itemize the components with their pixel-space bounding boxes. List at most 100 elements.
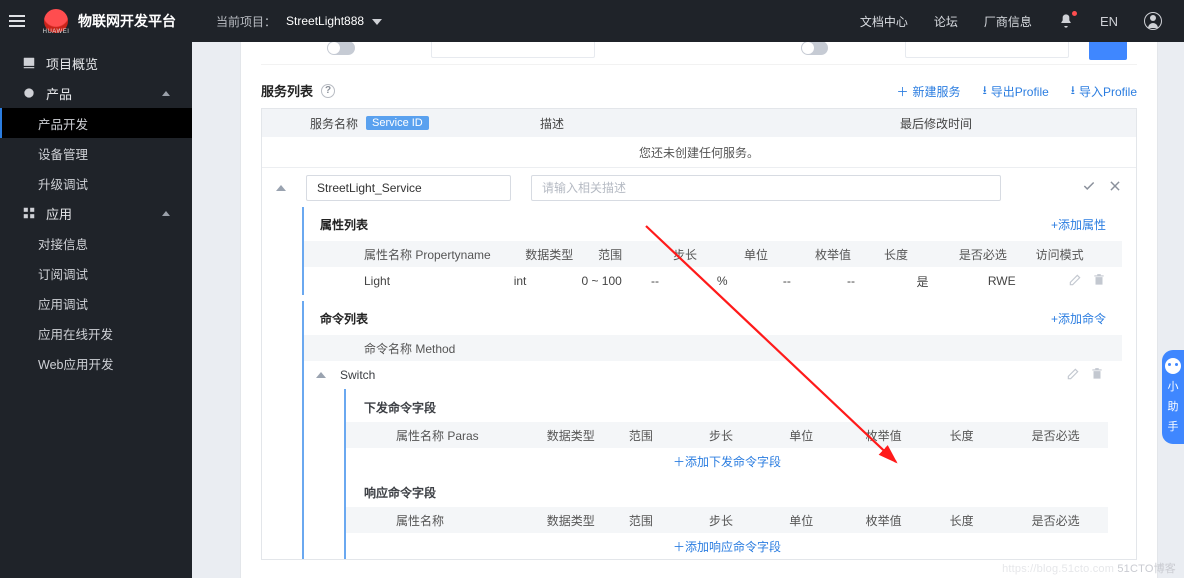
send-fields-header: 属性名称 Paras 数据类型 范围 步长 单位 枚举值 长度 是否必选: [346, 422, 1108, 448]
service-name-input[interactable]: [306, 175, 511, 201]
col-dtype: 数据类型: [525, 246, 598, 263]
service-id-tag: Service ID: [366, 116, 429, 130]
app-icon: [22, 206, 36, 220]
col-enum: 枚举值: [866, 427, 950, 444]
link-label: 导出Profile: [991, 83, 1049, 100]
col-enum: 枚举值: [815, 246, 884, 263]
user-avatar-icon[interactable]: [1144, 12, 1162, 30]
col-dtype: 数据类型: [547, 427, 629, 444]
col-step: 步长: [709, 427, 789, 444]
help-icon[interactable]: ?: [321, 84, 335, 98]
sidebar-item-upgrade-debug[interactable]: 升级调试: [0, 168, 192, 198]
overview-icon: [22, 56, 36, 70]
bell-icon[interactable]: [1058, 13, 1074, 29]
disabled-input: [905, 42, 1069, 58]
nav-forum[interactable]: 论坛: [934, 13, 958, 30]
cell-name: Light: [364, 274, 514, 288]
sidebar-item-online-dev[interactable]: 应用在线开发: [0, 318, 192, 348]
disabled-input: [431, 42, 595, 58]
col-range: 范围: [629, 427, 709, 444]
language-switch[interactable]: EN: [1100, 14, 1118, 29]
col-range: 范围: [598, 246, 673, 263]
edit-icon[interactable]: [1066, 367, 1080, 384]
nav-docs[interactable]: 文档中心: [860, 13, 908, 30]
assistant-widget[interactable]: 小 助 手: [1162, 350, 1184, 444]
command-block: 命令列表+添加命令 命令名称 Method Switch 下发命令字段 属性名称…: [302, 301, 1122, 559]
cancel-icon[interactable]: [1108, 179, 1122, 196]
project-chevron-down-icon[interactable]: [372, 16, 382, 26]
huawei-logo: HUAWEI: [34, 9, 78, 33]
watermark: https://blog.51cto.com 51CTO博客: [1002, 560, 1176, 576]
service-edit-row: [262, 167, 1136, 207]
collapse-icon[interactable]: [276, 183, 286, 193]
resp-fields-title: 响应命令字段: [346, 474, 1108, 507]
property-title: 属性列表: [320, 216, 368, 233]
add-send-field-link[interactable]: ＋添加下发命令字段: [346, 448, 1108, 474]
primary-button[interactable]: [1089, 42, 1127, 60]
menu-toggle-icon[interactable]: [0, 15, 34, 27]
cmd-name-value: Switch: [340, 368, 375, 382]
service-empty-hint: 您还未创建任何服务。: [262, 137, 1136, 167]
sidebar-item-product[interactable]: 产品: [0, 78, 192, 108]
partial-controls: [261, 42, 1137, 65]
add-resp-field-link[interactable]: ＋添加响应命令字段: [346, 533, 1108, 559]
delete-icon[interactable]: [1092, 273, 1106, 290]
link-label: 添加响应命令字段: [685, 538, 781, 555]
col-range: 范围: [629, 512, 709, 529]
confirm-icon[interactable]: [1082, 179, 1096, 196]
col-cmd-name: 命令名称 Method: [364, 340, 455, 357]
add-command-link[interactable]: +添加命令: [1051, 310, 1106, 327]
add-property-link[interactable]: +添加属性: [1051, 216, 1106, 233]
col-step: 步长: [709, 512, 789, 529]
sidebar-label: 应用: [46, 204, 72, 223]
sidebar-item-overview[interactable]: 项目概览: [0, 48, 192, 78]
col-len: 长度: [950, 427, 1032, 444]
col-dtype: 数据类型: [547, 512, 629, 529]
col-prop-name: 属性名称 Propertyname: [364, 246, 525, 263]
new-service-link[interactable]: ＋新建服务: [897, 81, 961, 102]
sidebar-label: Web应用开发: [38, 354, 113, 373]
import-profile-link[interactable]: ⭳导入Profile: [1071, 81, 1137, 102]
link-label: 导入Profile: [1079, 83, 1137, 100]
sidebar-item-app[interactable]: 应用: [0, 198, 192, 228]
chevron-up-icon: [162, 211, 170, 216]
sidebar-item-app-debug[interactable]: 应用调试: [0, 288, 192, 318]
toggle-switch[interactable]: [801, 42, 828, 55]
project-name[interactable]: StreetLight888: [286, 14, 364, 28]
send-fields-title: 下发命令字段: [346, 389, 1108, 422]
col-access: 访问模式: [1036, 246, 1122, 263]
sidebar-label: 应用调试: [38, 294, 88, 313]
cell-step: --: [651, 274, 717, 288]
sidebar-item-device-mgmt[interactable]: 设备管理: [0, 138, 192, 168]
sidebar-label: 应用在线开发: [38, 324, 113, 343]
col-unit: 单位: [789, 427, 865, 444]
sidebar-item-web-dev[interactable]: Web应用开发: [0, 348, 192, 378]
top-bar: HUAWEI 物联网开发平台 当前项目： StreetLight888 文档中心…: [0, 0, 1184, 42]
col-required: 是否必选: [959, 246, 1036, 263]
sidebar-item-dock-info[interactable]: 对接信息: [0, 228, 192, 258]
col-para-name: 属性名称 Paras: [396, 427, 547, 444]
command-row: Switch: [304, 361, 1122, 389]
service-desc-input[interactable]: [531, 175, 1001, 201]
sidebar-item-sub-debug[interactable]: 订阅调试: [0, 258, 192, 288]
nav-vendor[interactable]: 厂商信息: [984, 13, 1032, 30]
col-required: 是否必选: [1032, 512, 1108, 529]
col-enum: 枚举值: [866, 512, 950, 529]
sidebar: 项目概览 产品 产品开发 设备管理 升级调试 应用 对接信息 订阅调试 应用调试…: [0, 42, 192, 578]
sidebar-label: 产品开发: [38, 114, 88, 133]
sidebar-label: 订阅调试: [38, 264, 88, 283]
toggle-switch[interactable]: [327, 42, 354, 55]
assistant-face-icon: [1165, 358, 1181, 374]
cell-dtype: int: [514, 274, 582, 288]
cell-access: RWE: [988, 274, 1068, 288]
delete-icon[interactable]: [1090, 367, 1104, 384]
sidebar-item-product-dev[interactable]: 产品开发: [0, 108, 192, 138]
export-profile-link[interactable]: ⭳导出Profile: [983, 81, 1049, 102]
property-row: Light int 0 ~ 100 -- % -- -- 是 RWE: [304, 267, 1122, 295]
product-icon: [22, 86, 36, 100]
project-label: 当前项目：: [216, 13, 276, 30]
edit-icon[interactable]: [1068, 273, 1082, 290]
collapse-icon[interactable]: [316, 370, 326, 380]
assistant-label: 手: [1168, 418, 1179, 434]
sidebar-label: 升级调试: [38, 174, 88, 193]
